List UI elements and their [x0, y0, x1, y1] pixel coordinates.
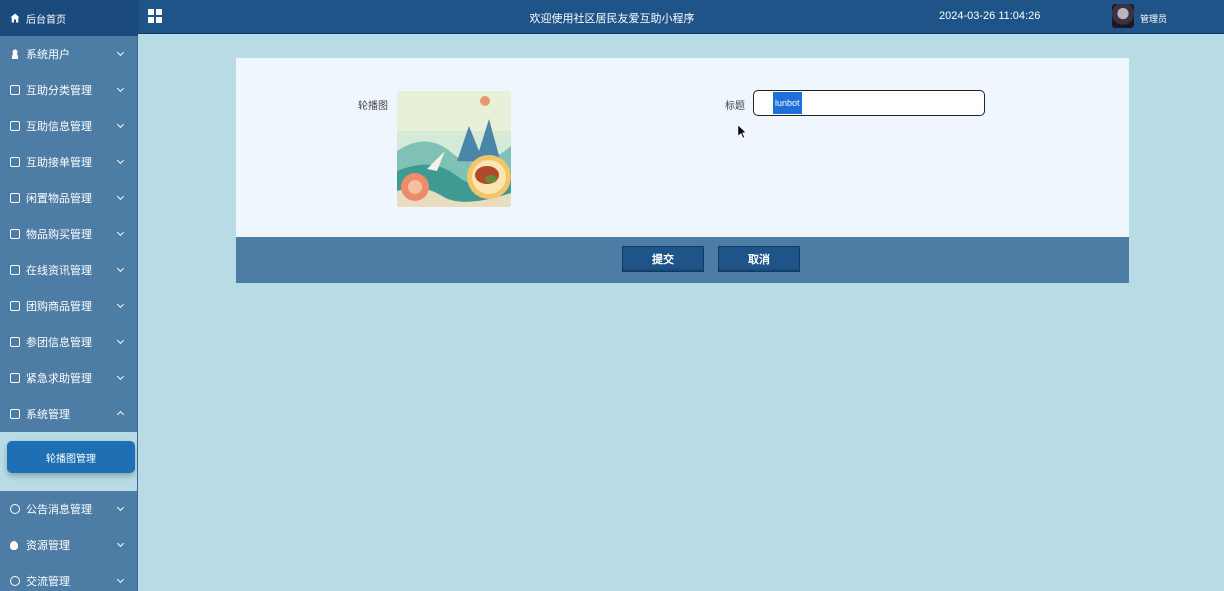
sidebar-item-emergency[interactable]: 紧急求助管理 [0, 360, 137, 396]
sidebar-subitem-carousel[interactable]: 轮播图管理 [7, 441, 135, 473]
sidebar-item-label: 系统用户 [26, 49, 70, 61]
sidebar-item-label: 公告消息管理 [26, 504, 92, 516]
chevron-down-icon [116, 372, 125, 381]
sidebar-item-label: 资源管理 [26, 540, 70, 552]
sidebar-item-resources[interactable]: 资源管理 [0, 527, 137, 563]
external-link-icon [10, 301, 20, 311]
home-link[interactable]: 后台首页 [0, 0, 138, 36]
chevron-down-icon [116, 264, 125, 273]
sidebar-item-news[interactable]: 在线资讯管理 [0, 252, 137, 288]
chevron-down-icon [116, 539, 125, 548]
chevron-down-icon [116, 300, 125, 309]
chevron-down-icon [116, 192, 125, 201]
chevron-down-icon [116, 575, 125, 584]
external-link-icon [10, 193, 20, 203]
mouse-cursor-icon [738, 125, 747, 139]
cancel-button[interactable]: 取消 [718, 246, 800, 272]
external-link-icon [10, 85, 20, 95]
title-input[interactable]: lunbot [753, 90, 985, 116]
chevron-down-icon [116, 156, 125, 165]
current-datetime: 2024-03-26 11:04:26 [939, 10, 1041, 22]
sidebar-item-help-info[interactable]: 互助信息管理 [0, 108, 137, 144]
sidebar-item-label: 交流管理 [26, 576, 70, 588]
avatar[interactable] [1112, 4, 1134, 28]
chat-icon [10, 576, 20, 586]
title-input-value: lunbot [773, 92, 802, 114]
external-link-icon [10, 373, 20, 383]
sidebar-item-group-join[interactable]: 参团信息管理 [0, 324, 137, 360]
external-link-icon [10, 265, 20, 275]
sidebar-item-system[interactable]: 系统管理 [0, 396, 137, 432]
info-icon [10, 504, 20, 514]
carousel-image-upload[interactable] [397, 91, 511, 207]
sidebar-item-notices[interactable]: 公告消息管理 [0, 491, 137, 527]
bulb-icon [10, 540, 18, 550]
top-bar: 欢迎使用社区居民友爱互助小程序 2024-03-26 11:04:26 管理员 [0, 0, 1224, 34]
sidebar-item-label: 在线资讯管理 [26, 265, 92, 277]
sidebar-item-label: 物品购买管理 [26, 229, 92, 241]
sidebar-item-label: 参团信息管理 [26, 337, 92, 349]
chevron-up-icon [116, 410, 125, 419]
picture-icon [10, 409, 20, 419]
sidebar: 系统用户 互助分类管理 互助信息管理 互助接单管理 闲置物品管理 物品购买管理 … [0, 36, 138, 591]
external-link-icon [10, 157, 20, 167]
sidebar-item-label: 互助分类管理 [26, 85, 92, 97]
carousel-image-label: 轮播图 [358, 101, 388, 112]
chevron-down-icon [116, 84, 125, 93]
external-link-icon [10, 121, 20, 131]
grid-menu-icon[interactable] [148, 9, 162, 23]
app-title: 欢迎使用社区居民友爱互助小程序 [529, 13, 695, 25]
sidebar-item-label: 团购商品管理 [26, 301, 92, 313]
sidebar-item-label: 互助接单管理 [26, 157, 92, 169]
user-icon [10, 49, 20, 59]
sidebar-item-label: 闲置物品管理 [26, 193, 92, 205]
user-name[interactable]: 管理员 [1140, 12, 1167, 25]
sidebar-item-category[interactable]: 互助分类管理 [0, 72, 137, 108]
sidebar-item-label: 互助信息管理 [26, 121, 92, 133]
sidebar-item-group-goods[interactable]: 团购商品管理 [0, 288, 137, 324]
external-link-icon [10, 229, 20, 239]
sidebar-item-chat[interactable]: 交流管理 [0, 563, 137, 591]
carousel-image-preview [397, 91, 511, 207]
chevron-down-icon [116, 48, 125, 57]
sidebar-item-label: 系统管理 [26, 409, 70, 421]
chevron-down-icon [116, 336, 125, 345]
home-icon [10, 13, 20, 23]
form-card [236, 58, 1129, 237]
external-link-icon [10, 337, 20, 347]
chevron-down-icon [116, 120, 125, 129]
sidebar-item-orders[interactable]: 互助接单管理 [0, 144, 137, 180]
chevron-down-icon [116, 503, 125, 512]
home-label: 后台首页 [26, 14, 66, 26]
sidebar-item-system-users[interactable]: 系统用户 [0, 36, 137, 72]
system-submenu: 轮播图管理 [0, 432, 137, 491]
sidebar-item-label: 紧急求助管理 [26, 373, 92, 385]
submit-button[interactable]: 提交 [622, 246, 704, 272]
sidebar-item-purchases[interactable]: 物品购买管理 [0, 216, 137, 252]
title-label: 标题 [725, 101, 745, 112]
sidebar-item-idle-items[interactable]: 闲置物品管理 [0, 180, 137, 216]
chevron-down-icon [116, 228, 125, 237]
